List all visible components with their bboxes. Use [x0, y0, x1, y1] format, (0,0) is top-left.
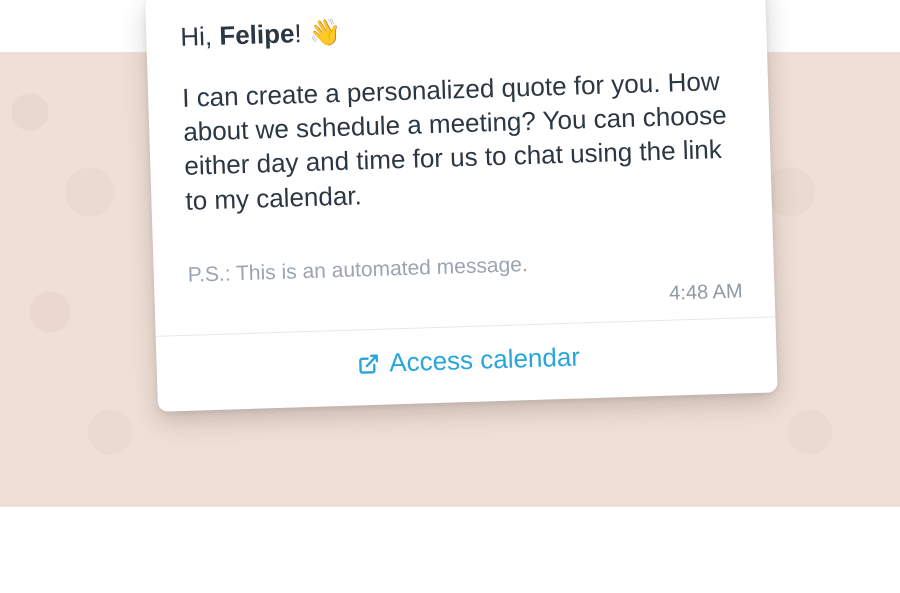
- message-body: I can create a personalized quote for yo…: [182, 63, 742, 218]
- wave-emoji-icon: 👋: [308, 17, 341, 48]
- greeting-suffix: !: [294, 18, 309, 48]
- message-postscript: P.S.: This is an automated message.: [187, 246, 743, 287]
- greeting-prefix: Hi,: [180, 21, 220, 52]
- message-timestamp: 4:48 AM: [189, 280, 745, 320]
- greeting-line: Hi, Felipe! 👋: [180, 3, 737, 54]
- access-calendar-button[interactable]: Access calendar: [190, 318, 747, 390]
- recipient-name: Felipe: [219, 18, 295, 50]
- external-link-icon: [357, 352, 380, 375]
- chat-message-card: Hi, Felipe! 👋 I can create a personalize…: [145, 0, 778, 412]
- cta-label: Access calendar: [389, 342, 581, 379]
